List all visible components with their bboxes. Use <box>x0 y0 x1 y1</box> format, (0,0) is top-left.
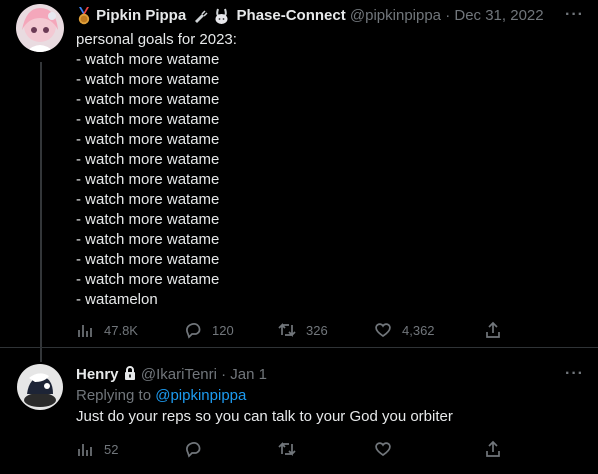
avatar-pipkin[interactable] <box>16 4 64 52</box>
retweet-count: 326 <box>306 322 328 338</box>
reply-reply-button[interactable] <box>184 440 278 458</box>
lock-icon <box>123 365 137 381</box>
retweet-icon <box>278 322 296 338</box>
views-count: 47.8K <box>104 322 138 338</box>
header-separator: · <box>445 7 451 24</box>
reply-count: 120 <box>212 322 234 338</box>
reply-actions: 52 <box>76 440 502 458</box>
tweet-text-line: - watch more watame <box>76 191 220 208</box>
tweet-actions: 47.8K 120 326 4,362 <box>76 321 502 339</box>
tweet-text-line: - watch more watame <box>76 111 220 128</box>
reply-text: Just do your reps so you can talk to you… <box>76 408 453 425</box>
heart-icon <box>375 323 391 338</box>
reply-like-button[interactable] <box>374 440 484 458</box>
reply-retweet-button[interactable] <box>278 440 374 458</box>
tweet-text-line: - watch more watame <box>76 171 220 188</box>
reply-author-name[interactable]: Henry <box>76 366 119 383</box>
tweet-text-line: - watch more watame <box>76 131 220 148</box>
avatar-henry[interactable] <box>17 364 63 410</box>
tweet-text-line: - watch more watame <box>76 231 220 248</box>
replying-to: Replying to @pipkinpippa <box>76 386 246 406</box>
more-options-button[interactable]: ··· <box>565 6 584 24</box>
reply-author-handle[interactable]: @IkariTenri <box>141 366 217 383</box>
reply-more-options-button[interactable]: ··· <box>565 365 584 383</box>
avatar-henry-image <box>17 364 63 410</box>
retweet-icon <box>278 441 296 457</box>
tweet-text-line: - watch more watame <box>76 71 220 88</box>
reply-views-count: 52 <box>104 441 119 457</box>
share-icon <box>486 440 500 457</box>
tweet-divider <box>0 347 598 348</box>
share-button[interactable] <box>484 321 502 339</box>
thread-line <box>40 62 42 362</box>
retweet-button[interactable]: 326 <box>278 321 374 339</box>
reply-views-button[interactable]: 52 <box>76 440 184 458</box>
author-emojis <box>192 7 232 25</box>
reply-header: Henry @IkariTenri · Jan 1 <box>76 365 267 385</box>
tweet-text-line: - watch more watame <box>76 251 220 268</box>
tweet-text-line: - watch more watame <box>76 271 220 288</box>
reply-header-separator: · <box>221 366 227 383</box>
heart-icon <box>375 442 391 457</box>
tweet-text-line: - watch more watame <box>76 51 220 68</box>
reply-share-button[interactable] <box>484 440 502 458</box>
replying-to-label: Replying to <box>76 387 152 404</box>
author-affiliation[interactable]: Phase-Connect <box>237 7 346 24</box>
share-icon <box>486 321 500 338</box>
analytics-icon <box>78 325 92 337</box>
reply-icon <box>186 323 201 339</box>
tweet-date[interactable]: Dec 31, 2022 <box>454 7 543 24</box>
views-button[interactable]: 47.8K <box>76 321 184 339</box>
tweet-text-line: personal goals for 2023: <box>76 31 237 48</box>
analytics-icon <box>78 444 92 456</box>
like-count: 4,362 <box>402 322 435 338</box>
tweet-text-line: - watch more watame <box>76 151 220 168</box>
tweet-text-line: - watamelon <box>76 291 158 308</box>
tweet-text-line: - watch more watame <box>76 211 220 228</box>
reply-button[interactable]: 120 <box>184 321 278 339</box>
tweet-header: Pipkin Pippa Phase-Connect @pipkinpippa … <box>76 6 544 26</box>
medal-icon <box>76 7 92 25</box>
like-button[interactable]: 4,362 <box>374 321 484 339</box>
reply-icon <box>186 442 201 458</box>
author-name[interactable]: Pipkin Pippa <box>96 7 186 24</box>
tweet-text: personal goals for 2023: - watch more wa… <box>76 30 237 310</box>
author-handle[interactable]: @pipkinpippa <box>350 7 441 24</box>
tweet-text-line: - watch more watame <box>76 91 220 108</box>
avatar-pipkin-image <box>16 4 64 52</box>
reply-date[interactable]: Jan 1 <box>230 366 267 383</box>
replying-to-handle[interactable]: @pipkinpippa <box>155 387 246 404</box>
